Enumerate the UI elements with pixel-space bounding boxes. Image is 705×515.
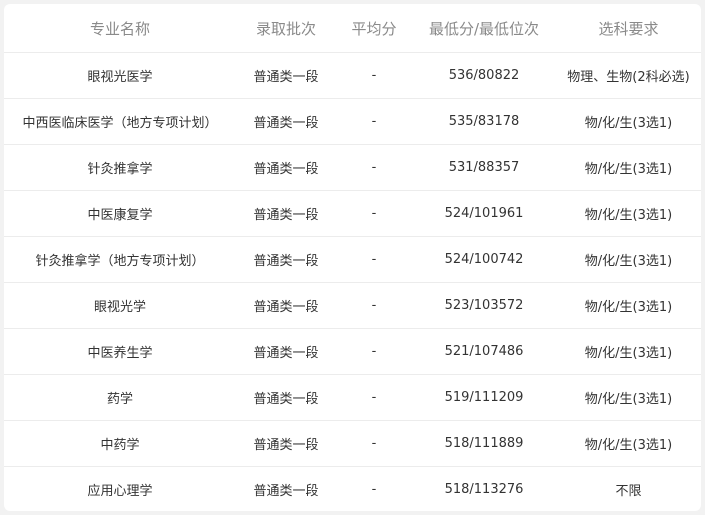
table-row: 中医养生学 普通类一段 - 521/107486 物/化/生(3选1) <box>4 328 701 375</box>
batch: 普通类一段 <box>236 98 336 145</box>
table-row: 眼视光学 普通类一段 - 523/103572 物/化/生(3选1) <box>4 282 701 329</box>
min-score-rank: 518/111889 <box>412 420 556 467</box>
subject-requirement: 物理、生物(2科必选) <box>556 52 701 99</box>
batch: 普通类一段 <box>236 328 336 375</box>
subject-requirement: 物/化/生(3选1) <box>556 190 701 237</box>
batch: 普通类一段 <box>236 52 336 99</box>
header-batch: 录取批次 <box>236 4 336 53</box>
subject-requirement: 物/化/生(3选1) <box>556 328 701 375</box>
average-score: - <box>336 328 412 375</box>
admission-scores-table: 专业名称 录取批次 平均分 最低分/最低位次 选科要求 眼视光医学 普通类一段 … <box>4 4 701 511</box>
batch: 普通类一段 <box>236 420 336 467</box>
min-score-rank: 518/113276 <box>444 482 524 497</box>
subject-requirement: 不限 <box>615 484 642 499</box>
major-name: 眼视光学 <box>4 282 236 329</box>
major-name: 眼视光医学 <box>4 52 236 99</box>
batch: 普通类一段 <box>236 190 336 237</box>
major-name: 针灸推拿学 <box>4 144 236 191</box>
major-name: 中医养生学 <box>4 328 236 375</box>
table-row: 针灸推拿学 普通类一段 - 531/88357 物/化/生(3选1) <box>4 144 701 191</box>
min-score-rank: 521/107486 <box>412 328 556 375</box>
subject-requirement: 物/化/生(3选1) <box>556 282 701 329</box>
subject-requirement: 物/化/生(3选1) <box>556 98 701 145</box>
header-min-score-rank: 最低分/最低位次 <box>412 4 556 53</box>
table-row: 针灸推拿学（地方专项计划） 普通类一段 - 524/100742 物/化/生(3… <box>4 236 701 283</box>
subject-requirement: 物/化/生(3选1) <box>556 420 701 467</box>
min-score-rank: 519/111209 <box>412 374 556 421</box>
average-score: - <box>336 420 412 467</box>
table-row: 中西医临床医学（地方专项计划） 普通类一段 - 535/83178 物/化/生(… <box>4 98 701 145</box>
header-subject-requirement: 选科要求 <box>556 4 701 53</box>
major-name: 应用心理学 <box>87 484 153 499</box>
major-name: 针灸推拿学（地方专项计划） <box>4 236 236 283</box>
batch: 普通类一段 <box>236 236 336 283</box>
average-score: - <box>336 374 412 421</box>
average-score: - <box>336 52 412 99</box>
major-name: 中医康复学 <box>4 190 236 237</box>
min-score-rank: 531/88357 <box>412 144 556 191</box>
major-name: 中西医临床医学（地方专项计划） <box>4 98 236 145</box>
table-row: 药学 普通类一段 - 519/111209 物/化/生(3选1) <box>4 374 701 421</box>
header-row: 专业名称 录取批次 平均分 最低分/最低位次 选科要求 <box>4 4 701 53</box>
major-name: 药学 <box>4 374 236 421</box>
subject-requirement: 物/化/生(3选1) <box>556 374 701 421</box>
table-row: 应用心理学 普通类一段 - 518/113276 不限 <box>4 467 701 512</box>
subject-requirement: 物/化/生(3选1) <box>556 236 701 283</box>
average-score: - <box>336 190 412 237</box>
batch: 普通类一段 <box>236 144 336 191</box>
table-body: 眼视光医学 普通类一段 - 536/80822 物理、生物(2科必选) 中西医临… <box>4 52 701 512</box>
average-score: - <box>336 282 412 329</box>
subject-requirement: 物/化/生(3选1) <box>556 144 701 191</box>
average-score: - <box>336 98 412 145</box>
admission-table-card: 专业名称 录取批次 平均分 最低分/最低位次 选科要求 眼视光医学 普通类一段 … <box>4 4 701 511</box>
average-score: - <box>336 144 412 191</box>
batch: 普通类一段 <box>236 374 336 421</box>
major-name: 中药学 <box>4 420 236 467</box>
min-score-rank: 523/103572 <box>412 282 556 329</box>
table-row: 中药学 普通类一段 - 518/111889 物/化/生(3选1) <box>4 420 701 467</box>
average-score: - <box>371 482 377 497</box>
min-score-rank: 524/101961 <box>412 190 556 237</box>
table-row: 中医康复学 普通类一段 - 524/101961 物/化/生(3选1) <box>4 190 701 237</box>
header-average-score: 平均分 <box>336 4 412 53</box>
batch: 普通类一段 <box>236 282 336 329</box>
min-score-rank: 535/83178 <box>412 98 556 145</box>
batch: 普通类一段 <box>253 484 319 499</box>
average-score: - <box>336 236 412 283</box>
table-row: 眼视光医学 普通类一段 - 536/80822 物理、生物(2科必选) <box>4 52 701 99</box>
table-header: 专业名称 录取批次 平均分 最低分/最低位次 选科要求 <box>4 4 701 53</box>
min-score-rank: 536/80822 <box>412 52 556 99</box>
header-major-name: 专业名称 <box>4 4 236 53</box>
min-score-rank: 524/100742 <box>412 236 556 283</box>
